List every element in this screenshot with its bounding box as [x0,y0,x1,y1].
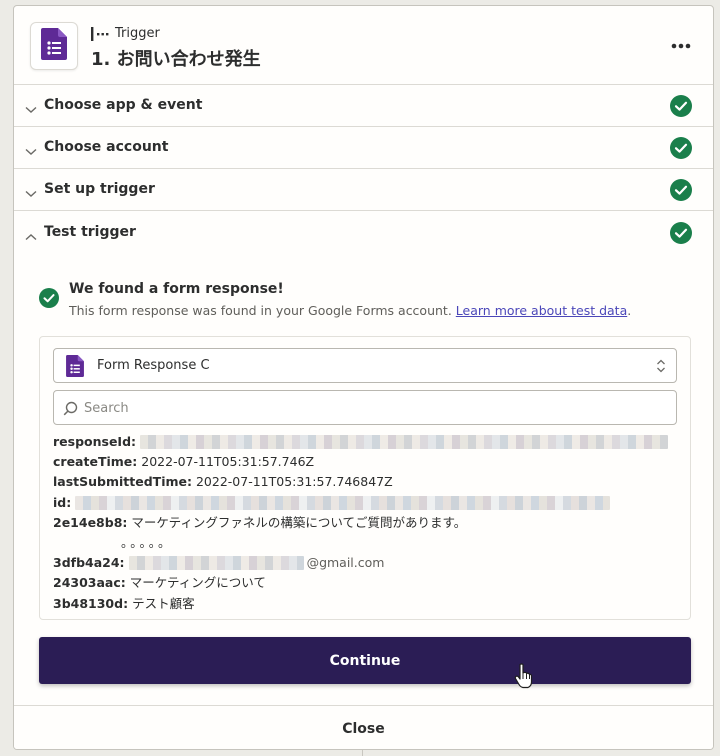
section-label: Choose account [44,139,169,155]
search-input[interactable] [84,398,664,418]
google-forms-icon [66,355,84,381]
field-value: @gmail.com [306,555,385,571]
chevron-down-icon [25,183,37,202]
more-options-button[interactable] [667,32,695,54]
field-value: テスト顧客 [132,595,195,611]
check-circle-icon [670,179,692,205]
field-row: id: [53,493,683,513]
field-key: 2e14e8b8: [53,514,128,530]
field-value: マーケティングファネルの構築についてご質問があります。 [131,514,467,530]
field-key: 24303aac: [53,575,126,591]
search-icon [63,401,78,420]
record-fields: responseId: createTime: 2022-07-11T05:31… [53,432,683,614]
more-horizontal-icon [671,34,691,53]
field-value: 2022-07-11T05:31:57.746847Z [195,474,393,490]
redacted-value [128,556,304,571]
trigger-label-text: Trigger [115,26,160,41]
field-key: lastSubmittedTime: [53,474,192,490]
section-choose-app-event[interactable]: Choose app & event [14,85,713,127]
continue-button[interactable]: Continue [39,637,691,684]
field-key: responseId: [53,434,137,449]
hand-pointer-cursor-icon [514,663,534,693]
field-row: responseId: [53,432,683,452]
field-row: 2e14e8b8: マーケティングファネルの構築についてご質問があります。 [53,513,683,533]
field-key: createTime: [53,454,138,470]
section-label: Choose app & event [44,97,203,113]
app-tile [30,22,78,70]
field-row: 3b48130d: テスト顧客 [53,594,683,614]
panel-footer: Close [14,705,713,749]
check-circle-icon [670,222,692,248]
chevron-up-icon [25,226,37,245]
trigger-flow-icon [91,26,109,41]
success-check-icon [39,288,59,312]
learn-more-link[interactable]: Learn more about test data [456,303,627,318]
redacted-value [140,435,669,450]
field-key: 3b48130d: [53,595,129,611]
section-label: Set up trigger [44,181,155,197]
section-choose-account[interactable]: Choose account [14,127,713,169]
chevron-up-down-icon [656,358,666,378]
result-title: We found a form response! [69,281,284,297]
field-value: 2022-07-11T05:31:57.746Z [141,454,315,470]
redacted-value [75,495,611,510]
field-key: 3dfb4a24: [53,555,125,571]
section-test-trigger[interactable]: Test trigger [14,212,713,254]
field-row: lastSubmittedTime: 2022-07-11T05:31:57.7… [53,472,683,492]
close-button[interactable]: Close [14,706,713,749]
field-row: 3dfb4a24: @gmail.com [53,553,683,573]
search-field[interactable] [53,390,677,425]
trigger-label: Trigger [91,26,160,41]
result-subtitle-period: . [627,303,632,318]
field-value-continuation: 。。。。。 [121,534,174,550]
field-value: マーケティングについて [129,575,266,591]
field-key: id: [53,494,72,510]
field-row: 24303aac: マーケティングについて [53,573,683,593]
record-select[interactable]: Form Response C [53,348,677,383]
step-editor-panel: Trigger 1. お問い合わせ発生 Choose app & event C [13,5,714,750]
check-circle-icon [670,95,692,121]
chevron-down-icon [25,141,37,160]
result-subtitle-text: This form response was found in your Goo… [69,303,452,318]
test-data-box: Form Response C responseId: createTime: … [39,336,691,620]
chevron-down-icon [25,99,37,118]
step-title: 1. お問い合わせ発生 [91,49,261,70]
google-forms-icon [41,28,67,64]
record-select-value: Form Response C [97,358,210,373]
step-header: Trigger 1. お問い合わせ発生 [14,6,713,85]
field-row: createTime: 2022-07-11T05:31:57.746Z [53,452,683,472]
check-circle-icon [670,137,692,163]
result-subtitle: This form response was found in your Goo… [69,303,631,318]
section-set-up-trigger[interactable]: Set up trigger [14,169,713,211]
section-label: Test trigger [44,224,136,240]
